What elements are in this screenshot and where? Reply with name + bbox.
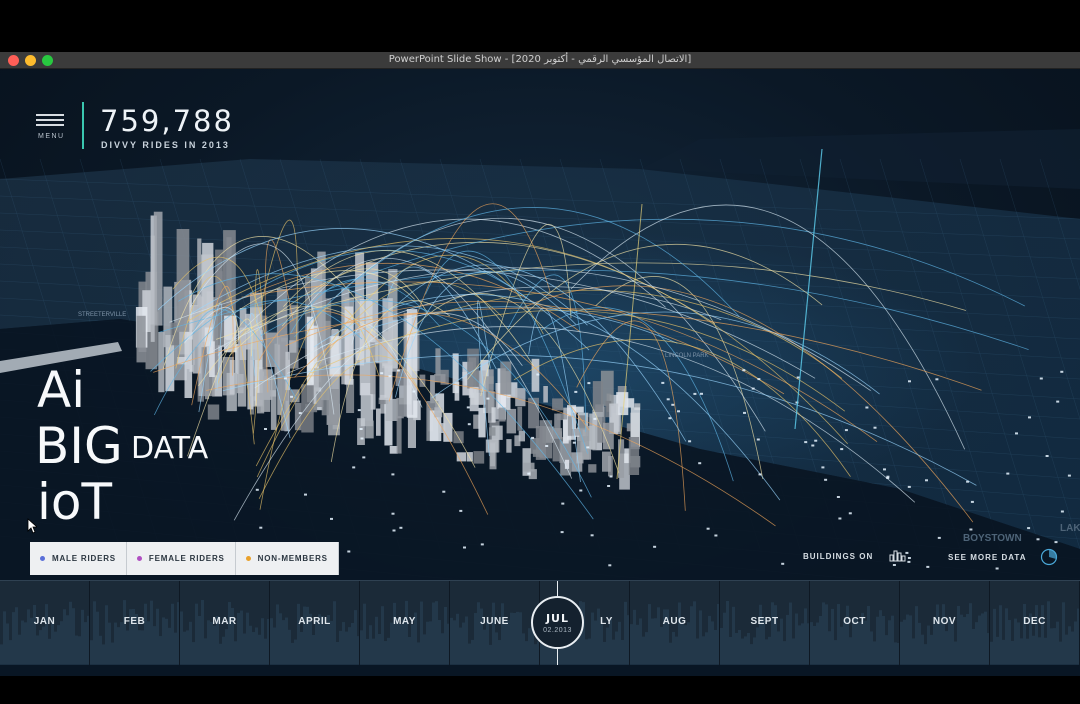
menu-button[interactable]: MENU [36, 114, 66, 144]
map-label-lake: LAKE [1060, 523, 1080, 534]
legend-female-riders[interactable]: FEMALE RIDERS [126, 542, 236, 575]
pie-chart-icon [1041, 548, 1058, 566]
headline-ai: Ai [37, 361, 86, 419]
month-timeline: JAN FEB MAR APRIL MAY JUNE LY AUG SEPT O… [0, 580, 1080, 665]
headline-iot: ioT [37, 473, 113, 531]
map-label-lincoln-park: LINCOLN PARK [665, 353, 709, 359]
female-dot-icon [136, 556, 142, 561]
timeline-month-sept[interactable]: SEPT [720, 581, 810, 665]
timeline-month-mar[interactable]: MAR [180, 581, 270, 665]
buildings-icon [889, 550, 906, 562]
buildings-toggle[interactable]: BUILDINGS ON [803, 550, 907, 562]
slide-canvas: STREETERVILLE LINCOLN PARK BOYSTOWN LAKE… [0, 69, 1080, 676]
timeline-month-april[interactable]: APRIL [270, 581, 360, 665]
male-dot-icon [40, 556, 45, 561]
window-title: PowerPoint Slide Show - [2020 الاتصال ال… [388, 54, 692, 65]
legend-male-riders[interactable]: MALE RIDERS [30, 542, 127, 575]
stats-divider [82, 102, 84, 149]
headline-big: BIG [35, 417, 123, 475]
timeline-month-oct[interactable]: OCT [810, 581, 900, 665]
rides-count: 759,788 [100, 104, 234, 138]
legend-non-members[interactable]: NON-MEMBERS [235, 542, 339, 575]
menu-icon [36, 114, 64, 116]
timeline-month-june[interactable]: JUNE [450, 581, 540, 665]
see-more-data-button[interactable]: SEE MORE DATA [948, 548, 1058, 566]
timeline-month-dec[interactable]: DEC [990, 581, 1080, 665]
headline-data: DATA [131, 431, 209, 466]
timeline-month-nov[interactable]: NOV [900, 581, 990, 665]
map-label-boystown: BOYSTOWN [963, 533, 1022, 544]
timeline-month-aug[interactable]: AUG [630, 581, 720, 665]
window-titlebar: PowerPoint Slide Show - [2020 الاتصال ال… [0, 52, 1080, 69]
map-label-streeterville: STREETERVILLE [78, 312, 126, 318]
non-member-dot-icon [245, 556, 251, 561]
timeline-month-jan[interactable]: JAN [0, 581, 90, 665]
rider-legend: MALE RIDERS FEMALE RIDERS NON-MEMBERS [30, 542, 339, 575]
mouse-cursor-icon [27, 518, 37, 534]
timeline-month-feb[interactable]: FEB [90, 581, 180, 665]
playhead-date: 02.2013 [543, 626, 572, 634]
playhead-month: JUL [545, 611, 570, 625]
timeline-playhead-handle[interactable]: JUL 02.2013 [531, 596, 584, 649]
timeline-month-may[interactable]: MAY [360, 581, 450, 665]
menu-label: MENU [38, 133, 65, 140]
rides-caption: DIVVY RIDES IN 2013 [101, 140, 230, 150]
presentation-window: PowerPoint Slide Show - [2020 الاتصال ال… [0, 52, 1080, 676]
